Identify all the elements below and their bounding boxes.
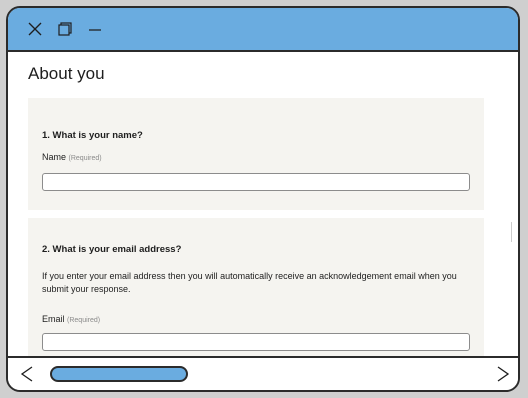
horizontal-scrollbar[interactable] bbox=[8, 356, 518, 390]
minimize-icon bbox=[89, 29, 101, 31]
page-content: About you 1. What is your name? Name (Re… bbox=[8, 52, 518, 356]
field-label-text: Email bbox=[42, 314, 65, 324]
maximize-icon bbox=[58, 22, 72, 36]
page-title: About you bbox=[28, 64, 105, 83]
required-hint: (Required) bbox=[68, 155, 102, 162]
field-label-text: Name bbox=[42, 152, 67, 162]
scrollbar-thumb[interactable] bbox=[50, 366, 188, 382]
browser-window: About you 1. What is your name? Name (Re… bbox=[6, 6, 520, 392]
question-heading: 1. What is your name? bbox=[42, 130, 143, 141]
side-scroll-edge bbox=[511, 222, 518, 242]
scroll-right-button[interactable] bbox=[494, 364, 512, 384]
name-input[interactable] bbox=[42, 173, 470, 191]
email-input[interactable] bbox=[42, 333, 470, 351]
maximize-button[interactable] bbox=[54, 18, 76, 40]
chevron-right-icon bbox=[497, 366, 510, 382]
email-help-text: If you enter your email address then you… bbox=[42, 271, 457, 294]
question-card-email: 2. What is your email address? If you en… bbox=[28, 218, 484, 356]
question-heading: 2. What is your email address? bbox=[42, 244, 182, 255]
chevron-left-icon bbox=[20, 366, 33, 382]
close-button[interactable] bbox=[24, 18, 46, 40]
email-field-label: Email (Required) bbox=[42, 314, 100, 324]
required-hint: (Required) bbox=[67, 317, 101, 324]
close-icon bbox=[28, 22, 42, 36]
scroll-left-button[interactable] bbox=[18, 364, 36, 384]
name-field-label: Name (Required) bbox=[42, 152, 102, 162]
question-card-name: 1. What is your name? Name (Required) bbox=[28, 98, 484, 210]
title-bar bbox=[8, 8, 518, 52]
minimize-button[interactable] bbox=[84, 18, 106, 40]
